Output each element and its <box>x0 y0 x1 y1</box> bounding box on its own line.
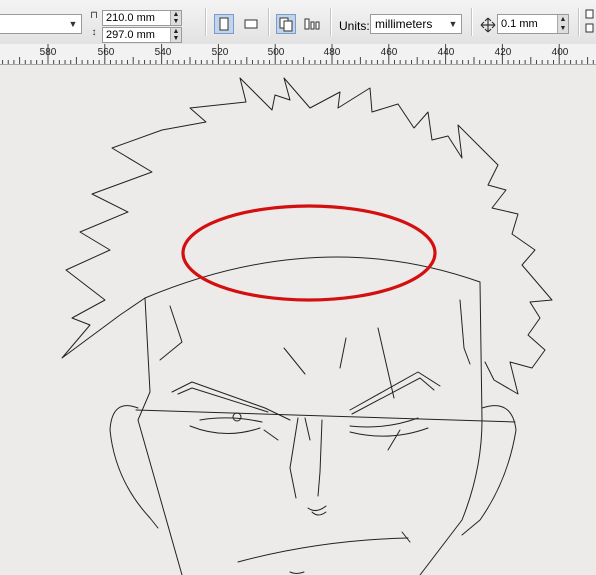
units-label: Units: <box>339 19 370 33</box>
current-page-icon <box>304 18 320 30</box>
spin-arrows-icon[interactable]: ▲ ▼ <box>557 15 568 33</box>
chevron-down-icon[interactable]: ▼ <box>67 18 79 30</box>
portrait-button[interactable] <box>214 14 234 34</box>
toolbar-separator <box>205 8 207 36</box>
drawing-canvas[interactable] <box>0 65 596 575</box>
ruler-label: 540 <box>154 47 172 58</box>
nudge-distance-field[interactable]: 0.1 mm ▲ ▼ <box>497 14 569 34</box>
spin-arrows-icon[interactable]: ▲ ▼ <box>170 28 181 42</box>
width-icon: ⊓ <box>90 10 98 21</box>
toolbar-separator <box>268 8 270 36</box>
horizontal-ruler[interactable]: 580 560 540 520 500 480 460 440 420 400 <box>0 44 596 65</box>
ruler-label: 500 <box>267 47 285 58</box>
chevron-down-icon[interactable]: ▼ <box>447 18 459 30</box>
height-icon: ↕ <box>91 27 97 38</box>
toolbar-separator <box>471 8 473 36</box>
highlight-ellipse <box>181 204 437 302</box>
ruler-label: 460 <box>380 47 398 58</box>
all-pages-icon <box>279 17 293 32</box>
ruler-label: 520 <box>211 47 229 58</box>
ruler-label: 420 <box>494 47 512 58</box>
ruler-label: 560 <box>97 47 115 58</box>
all-pages-button[interactable] <box>276 14 296 34</box>
ruler-label: 440 <box>437 47 455 58</box>
ruler-label: 480 <box>323 47 341 58</box>
toolbar-overflow-icon[interactable] <box>584 8 596 36</box>
spin-arrows-icon[interactable]: ▲ ▼ <box>170 11 181 25</box>
paper-type-combo[interactable]: ▼ <box>0 14 82 34</box>
ruler-label: 580 <box>39 47 57 58</box>
landscape-icon <box>244 19 258 29</box>
landscape-button[interactable] <box>241 14 261 34</box>
portrait-icon <box>219 17 229 31</box>
toolbar-separator <box>330 8 332 36</box>
page-height-field[interactable]: 297.0 mm ▲ ▼ <box>102 27 182 43</box>
property-bar: ▼ ⊓ 210.0 mm ▲ ▼ ↕ 297.0 mm ▲ ▼ Units: mil… <box>0 0 596 45</box>
current-page-button[interactable] <box>302 14 322 34</box>
ruler-label: 400 <box>551 47 569 58</box>
units-combo[interactable]: millimeters ▼ <box>370 14 462 34</box>
page-width-field[interactable]: 210.0 mm ▲ ▼ <box>102 10 182 26</box>
toolbar-separator <box>578 8 580 36</box>
face-sketch[interactable] <box>61 77 553 575</box>
nudge-icon <box>480 17 496 33</box>
